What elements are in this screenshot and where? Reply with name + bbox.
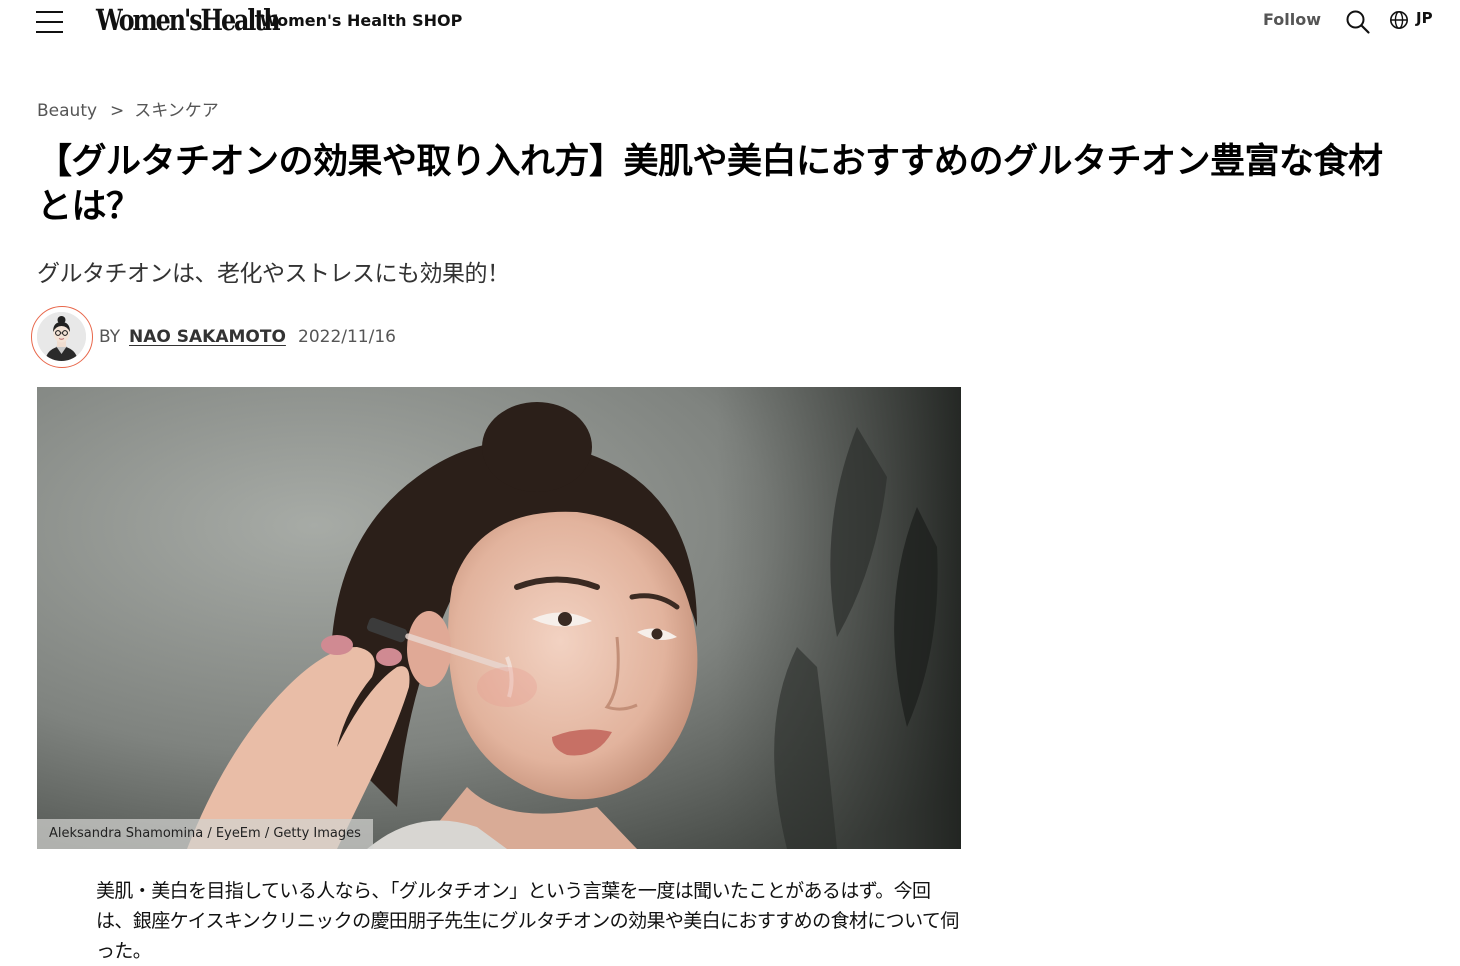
follow-button[interactable]: Follow bbox=[1263, 10, 1321, 29]
shop-link[interactable]: Women's Health SHOP bbox=[260, 11, 462, 30]
region-label: JP bbox=[1416, 9, 1433, 27]
article-body-intro: 美肌・美白を目指している人なら、「グルタチオン」という言葉を一度は聞いたことがあ… bbox=[96, 880, 959, 962]
avatar-illustration bbox=[37, 312, 86, 361]
author-avatar[interactable] bbox=[31, 306, 93, 368]
article-headline: 【グルタチオンの効果や取り入れ方】美肌や美白におすすめのグルタチオン豊富な食材と… bbox=[37, 142, 1383, 227]
author-link[interactable]: NAO SAKAMOTO bbox=[129, 327, 286, 347]
breadcrumb-separator: > bbox=[110, 101, 125, 121]
breadcrumb-beauty[interactable]: Beauty bbox=[37, 101, 97, 121]
search-icon[interactable] bbox=[1345, 9, 1371, 35]
site-header: Women'sHealth Women's Health SHOP Follow… bbox=[0, 0, 1460, 44]
byline-prefix: BY bbox=[99, 327, 121, 347]
region-selector[interactable]: JP bbox=[1389, 9, 1441, 31]
hero-image: Aleksandra Shamomina / EyeEm / Getty Ima… bbox=[37, 387, 961, 849]
breadcrumb-skincare[interactable]: スキンケア bbox=[134, 101, 219, 121]
site-logo[interactable]: Women'sHealth bbox=[96, 3, 281, 37]
globe-icon bbox=[1390, 11, 1408, 29]
image-credit: Aleksandra Shamomina / EyeEm / Getty Ima… bbox=[37, 819, 373, 849]
publish-date: 2022/11/16 bbox=[298, 327, 396, 347]
byline: BY NAO SAKAMOTO 2022/11/16 bbox=[31, 306, 531, 368]
breadcrumb: Beauty > スキンケア bbox=[37, 96, 219, 121]
article-dek: グルタチオンは、老化やストレスにも効果的！ bbox=[37, 261, 510, 287]
menu-icon[interactable] bbox=[36, 9, 64, 35]
